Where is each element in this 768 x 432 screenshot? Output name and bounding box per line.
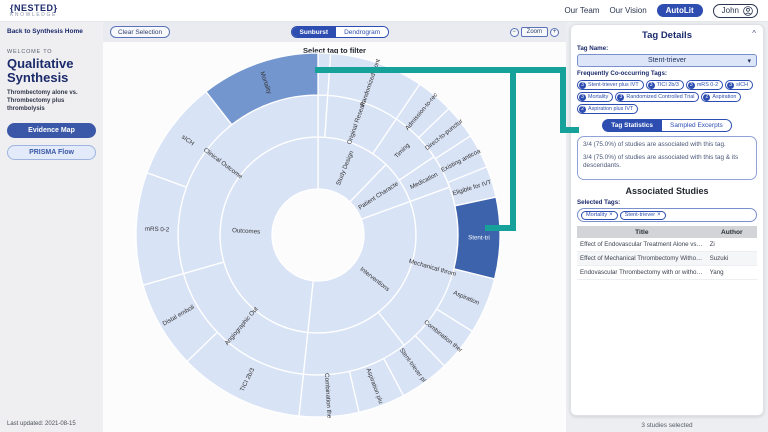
tab-tag-statistics[interactable]: Tag Statistics: [602, 119, 662, 132]
tag-name-value: Stent-triever: [648, 57, 686, 64]
cooccurring-tag-chip[interactable]: 3mRS 0-2: [686, 80, 723, 90]
tag-count-badge: 2: [703, 94, 710, 101]
top-bar: {NESTED} KNOWLEDGE Our Team Our Vision A…: [0, 0, 768, 22]
cooccurring-tag-chip[interactable]: 2Aspiration: [701, 92, 741, 102]
column-title: Title: [577, 226, 707, 238]
page-title: Qualitative Synthesis: [7, 57, 96, 84]
tab-dendrogram[interactable]: Dendrogram: [336, 27, 388, 37]
tag-count-badge: 3: [648, 82, 655, 89]
tag-name-label: Tag Name:: [577, 45, 757, 52]
clear-selection-button[interactable]: Clear Selection: [110, 26, 170, 38]
prisma-flow-button[interactable]: PRISMA Flow: [7, 145, 96, 160]
study-title[interactable]: Effect of Endovascular Treatment Alone v…: [577, 238, 707, 252]
zoom-in-button[interactable]: +: [550, 28, 559, 37]
remove-tag-icon[interactable]: ×: [609, 212, 613, 218]
tab-sunburst[interactable]: Sunburst: [292, 27, 337, 37]
cooccurring-tag-chip[interactable]: 3TICI 2b/3: [646, 80, 684, 90]
user-name: John: [722, 6, 739, 15]
nested-knowledge-logo[interactable]: {NESTED} KNOWLEDGE: [10, 4, 58, 18]
cooccurring-tag-chip[interactable]: 2Aspiration plus IVT: [577, 104, 638, 114]
sunburst-segment-combination-the[interactable]: [299, 371, 359, 417]
associated-studies-title: Associated Studies: [577, 186, 757, 196]
tag-name-select[interactable]: Stent-triever ▾: [577, 54, 757, 67]
sunburst-segment-stent-tri[interactable]: [454, 197, 500, 279]
left-sidebar: Back to Synthesis Home WELCOME TO Qualit…: [0, 22, 103, 432]
tag-details-panel: Tag Details ^ Tag Name: Stent-triever ▾ …: [570, 24, 764, 416]
study-author[interactable]: Zi: [707, 238, 757, 252]
top-nav: Our Team Our Vision AutoLit John: [564, 4, 758, 18]
cooccurring-label: Frequently Co-occurring Tags:: [577, 70, 757, 77]
zoom-label: Zoom: [521, 27, 548, 37]
collapse-chevron-icon[interactable]: ^: [752, 29, 756, 38]
nav-our-team[interactable]: Our Team: [564, 6, 599, 15]
user-menu[interactable]: John: [713, 4, 758, 18]
tag-chip-label: Stent-triever plus IVT: [588, 82, 639, 88]
right-column: Tag Details ^ Tag Name: Stent-triever ▾ …: [566, 22, 768, 432]
selected-tag-label: Stent-triever: [625, 212, 655, 218]
welcome-label: WELCOME TO: [7, 49, 96, 55]
study-title[interactable]: Endovascular Thrombectomy with or withou…: [577, 266, 707, 280]
selected-tags-label: Selected Tags:: [577, 199, 757, 206]
tag-chip-label: Randomized Controlled Trial: [626, 94, 694, 100]
review-subtitle: Thrombectomy alone vs. Thrombectomy plus…: [7, 90, 96, 113]
tag-chip-label: sICH: [736, 82, 748, 88]
back-to-synthesis-home-link[interactable]: Back to Synthesis Home: [7, 28, 96, 35]
tag-chip-label: TICI 2b/3: [657, 82, 679, 88]
stats-tabs: Tag Statistics Sampled Excerpts: [577, 119, 757, 132]
tag-chip-label: Aspiration plus IVT: [588, 106, 633, 112]
selected-tags-input[interactable]: Mortality×Stent-triever×: [577, 208, 757, 222]
cooccurring-tag-chip[interactable]: 3sICH: [725, 80, 753, 90]
tab-sampled-excerpts[interactable]: Sampled Excerpts: [662, 119, 732, 132]
cooccurring-tags: 3Stent-triever plus IVT3TICI 2b/33mRS 0-…: [577, 80, 757, 114]
column-author: Author: [707, 226, 757, 238]
remove-tag-icon[interactable]: ×: [657, 212, 661, 218]
stat-line: 3/4 (75.0%) of studies are associated wi…: [583, 154, 751, 171]
panel-header: Tag Details ^: [577, 29, 757, 42]
cooccurring-tag-chip[interactable]: 3Mortality: [577, 92, 613, 102]
selected-tag-label: Mortality: [586, 212, 607, 218]
study-row[interactable]: Effect of Endovascular Treatment Alone v…: [577, 238, 757, 252]
cooccurring-tag-chip[interactable]: 3Randomized Controlled Trial: [615, 92, 699, 102]
studies-selected-count: 3 studies selected: [566, 422, 768, 429]
study-row[interactable]: Endovascular Thrombectomy with or withou…: [577, 266, 757, 280]
tag-chip-label: Aspiration: [712, 94, 736, 100]
tag-count-badge: 3: [617, 94, 624, 101]
tag-chip-label: mRS 0-2: [697, 82, 718, 88]
autolit-button[interactable]: AutoLit: [657, 4, 703, 17]
user-avatar-icon: [743, 6, 753, 16]
selected-tag-chip[interactable]: Stent-triever×: [620, 211, 666, 220]
tag-statistics-box: 3/4 (75.0%) of studies are associated wi…: [577, 136, 757, 180]
chevron-down-icon: ▾: [747, 57, 751, 65]
cooccurring-tag-chip[interactable]: 3Stent-triever plus IVT: [577, 80, 644, 90]
tag-chip-label: Mortality: [588, 94, 608, 100]
studies-table: Title Author Effect of Endovascular Trea…: [577, 226, 757, 280]
tag-count-badge: 2: [579, 106, 586, 113]
evidence-map-button[interactable]: Evidence Map: [7, 123, 96, 138]
zoom-controls: − Zoom +: [510, 27, 559, 37]
stat-line: 3/4 (75.0%) of studies are associated wi…: [583, 141, 751, 150]
study-author[interactable]: Suzuki: [707, 252, 757, 266]
view-toggle: Sunburst Dendrogram: [291, 26, 390, 38]
study-title[interactable]: Effect of Mechanical Thrombectomy Withou…: [577, 252, 707, 266]
tag-count-badge: 3: [727, 82, 734, 89]
panel-title: Tag Details: [642, 30, 692, 41]
tag-count-badge: 3: [579, 82, 586, 89]
tag-count-badge: 3: [688, 82, 695, 89]
chart-toolbar: Clear Selection Sunburst Dendrogram − Zo…: [103, 22, 566, 42]
zoom-out-button[interactable]: −: [510, 28, 519, 37]
last-updated-label: Last updated: 2021-08-15: [7, 421, 76, 427]
nav-our-vision[interactable]: Our Vision: [609, 6, 646, 15]
selected-tag-chip[interactable]: Mortality×: [581, 211, 618, 220]
study-author[interactable]: Yang: [707, 266, 757, 280]
tag-count-badge: 3: [579, 94, 586, 101]
logo-line2: KNOWLEDGE: [10, 13, 58, 18]
study-row[interactable]: Effect of Mechanical Thrombectomy Withou…: [577, 252, 757, 266]
